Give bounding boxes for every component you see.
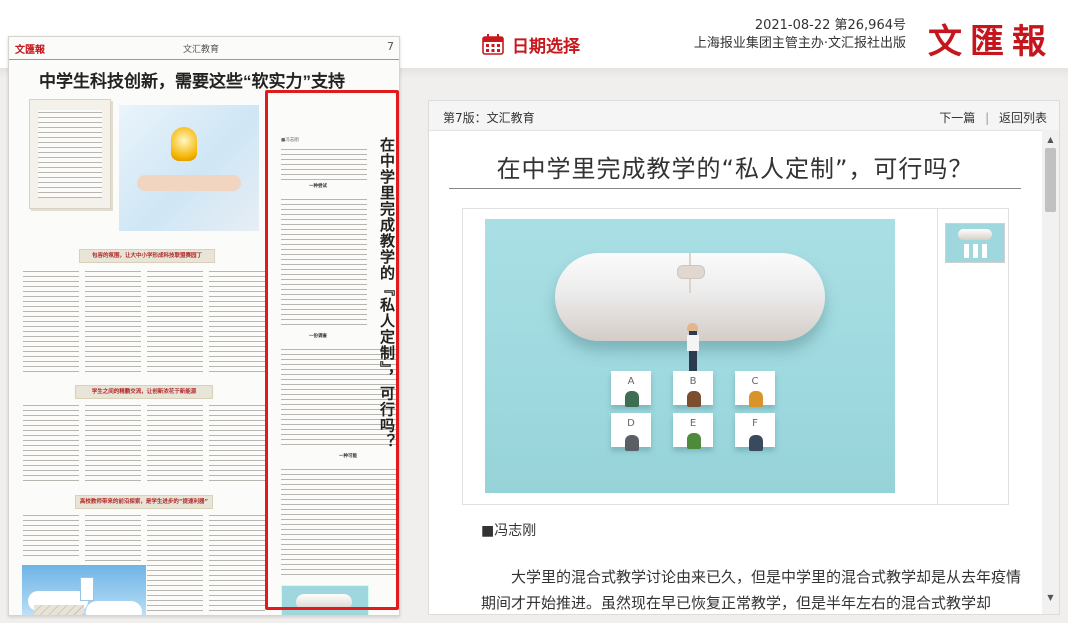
publisher-line: 上海报业集团主管主办·文汇报社出版 (693, 36, 906, 51)
note-text-lines (38, 110, 102, 198)
issue-info: 2021-08-22 第26,964号 上海报业集团主管主办·文汇报社出版 (694, 17, 906, 53)
article-panel: 第7版：文汇教育 下一篇 | 返回列表 在中学里完成教学的“私人定制”，可行吗？… (428, 100, 1060, 615)
editorial-note-box[interactable] (29, 99, 111, 209)
page-column-text[interactable] (209, 403, 265, 483)
student-figure (749, 435, 763, 451)
teacher-figure-shirt (687, 335, 699, 351)
date-picker-button[interactable]: 日期选择 (482, 31, 580, 57)
title-divider (449, 188, 1021, 189)
cloud-shape (86, 601, 142, 615)
page-column-text[interactable] (23, 513, 79, 557)
article-title: 在中学里完成教学的“私人定制”，可行吗？ (496, 155, 974, 183)
door-shape (80, 577, 94, 601)
calendar-icon (482, 33, 504, 55)
page-column-text[interactable] (23, 269, 79, 373)
article-main-photo[interactable]: A B C D E F (485, 219, 895, 493)
lightbulb-icon (171, 127, 197, 161)
page-column-text[interactable] (209, 269, 265, 373)
thumbnail-mouse-shape (958, 229, 992, 240)
page-column-text[interactable] (85, 269, 141, 373)
student-figure (625, 435, 639, 451)
student-figure (749, 391, 763, 407)
issue-date: 2021-08-22 第26,964号 (754, 18, 906, 33)
nav-separator: | (985, 111, 990, 125)
page-column-text[interactable] (209, 513, 265, 613)
page-column-text[interactable] (147, 513, 203, 613)
lightbulb-illustration[interactable] (119, 105, 259, 231)
edition-label: 第7版：文汇教育 (443, 111, 535, 125)
page-column-text[interactable] (147, 403, 203, 483)
page-subhead-3[interactable]: 高校教师带来的前沿探索，是学生进步的“提速利器” (75, 495, 213, 509)
article-byline: ■冯志刚 (481, 523, 537, 539)
sky-stairs-illustration[interactable] (22, 565, 146, 615)
article-toolbar: 第7版：文汇教育 下一篇 | 返回列表 (429, 101, 1059, 131)
page-headline[interactable]: 中学生科技创新，需要这些“软实力”支持 (39, 67, 345, 92)
page-subhead-1[interactable]: 包容的氛围，让大中小学形成科技联盟赛园丁 (79, 249, 215, 263)
selected-article-highlight[interactable] (265, 90, 399, 610)
photo-viewer: A B C D E F (462, 208, 1009, 505)
stairs-shape (34, 605, 84, 615)
page-number: 7 (387, 40, 394, 53)
article-nav: 下一篇 | 返回列表 (939, 109, 1047, 126)
page-subhead-2[interactable]: 学生之间的精鹏交流，让创新浓花于新能源 (75, 385, 213, 399)
back-to-list-link[interactable]: 返回列表 (999, 111, 1047, 125)
page-column-text[interactable] (23, 403, 79, 483)
article-scrollbar[interactable]: ▲ ▼ (1042, 130, 1059, 614)
student-figure (687, 391, 701, 407)
newspaper-logo[interactable]: 文匯報 (928, 14, 1054, 62)
student-figure (687, 433, 701, 449)
date-picker-label: 日期选择 (512, 36, 580, 57)
mouse-wheel (677, 265, 705, 279)
page-header: 文匯報 文汇教育 7 (9, 37, 399, 60)
next-article-link[interactable]: 下一篇 (939, 111, 975, 125)
hands-shape (137, 175, 241, 191)
photo-thumbnail-strip (937, 209, 1008, 504)
page-section-name: 文汇教育 (183, 45, 220, 55)
article-body-paragraph: 大学里的混合式教学讨论由来已久，但是中学里的混合式教学却是从去年疫情期间才开始推… (481, 568, 1022, 612)
chevron-up-icon[interactable]: ▲ (1042, 132, 1059, 148)
thumbnail-desks-shape (964, 244, 988, 258)
student-figure (625, 391, 639, 407)
page-masthead: 文匯報 (15, 45, 45, 56)
page-column-text[interactable] (147, 269, 203, 373)
scrollbar-thumb[interactable] (1045, 148, 1056, 212)
page-column-text[interactable] (85, 403, 141, 483)
photo-thumbnail[interactable] (945, 223, 1005, 263)
chevron-down-icon[interactable]: ▼ (1042, 590, 1059, 606)
